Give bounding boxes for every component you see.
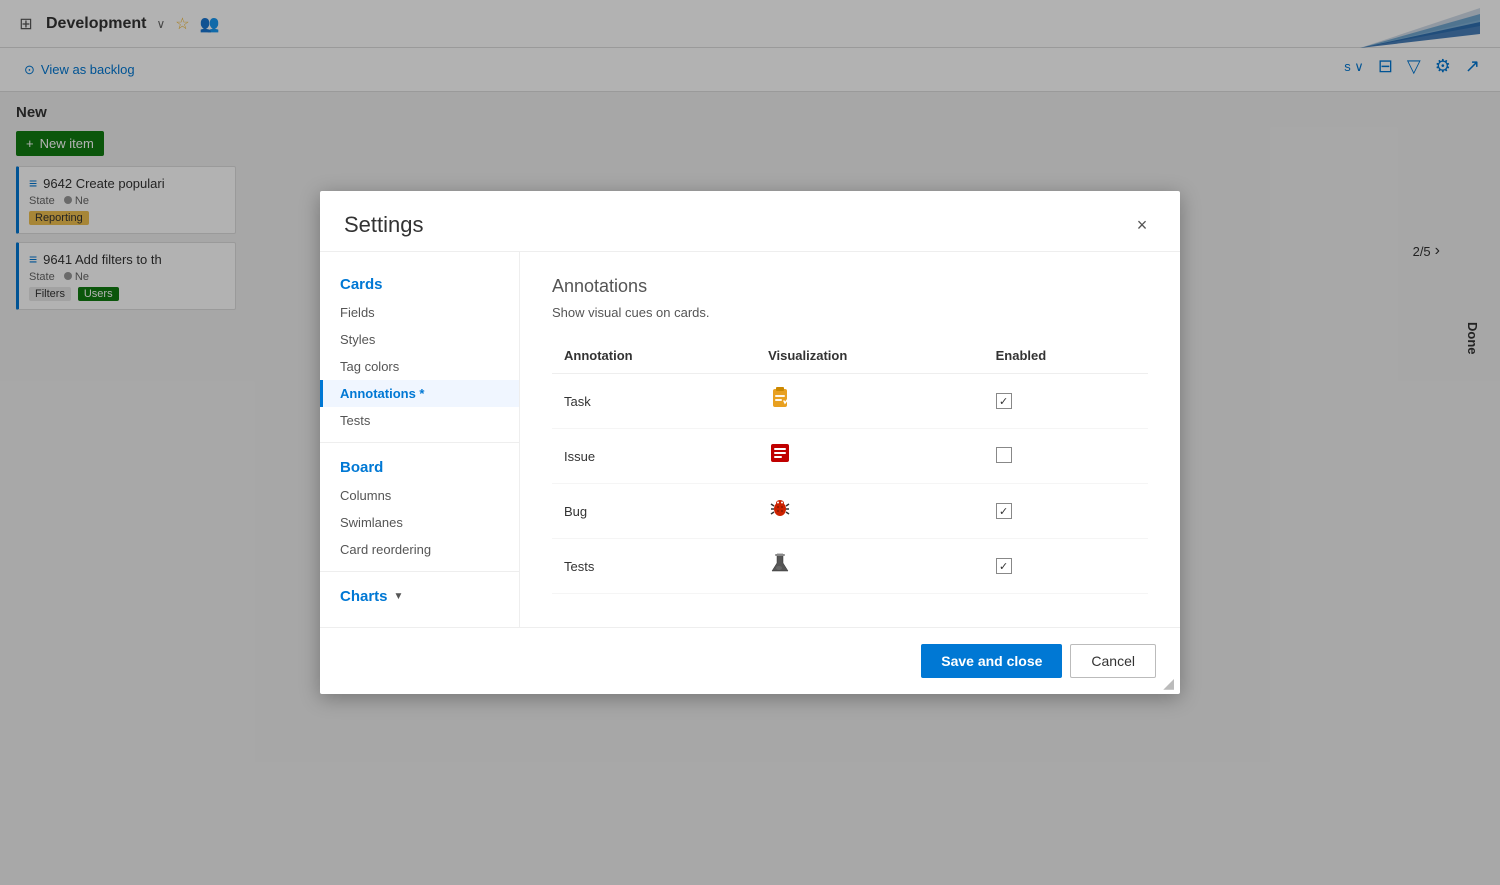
charts-label: Charts (340, 588, 388, 605)
tests-visualization (756, 539, 984, 594)
col-annotation: Annotation (552, 340, 756, 374)
annotations-table: Annotation Visualization Enabled Task (552, 340, 1148, 594)
sidebar-item-tag-colors[interactable]: Tag colors (320, 353, 519, 380)
modal-overlay: Settings × Cards Fields Styles Tag color… (0, 0, 1500, 885)
annotation-issue-label: Issue (552, 429, 756, 484)
nav-divider-2 (320, 571, 519, 572)
modal-body: Cards Fields Styles Tag colors Annotatio… (320, 252, 1180, 627)
sidebar-item-fields[interactable]: Fields (320, 299, 519, 326)
annotation-task-label: Task (552, 374, 756, 429)
sidebar-item-styles[interactable]: Styles (320, 326, 519, 353)
content-section-title: Annotations (552, 276, 1148, 297)
tests-checkbox[interactable] (996, 558, 1012, 574)
down-triangle-icon: ▼ (394, 591, 404, 602)
modal-sidebar: Cards Fields Styles Tag colors Annotatio… (320, 252, 520, 627)
col-enabled: Enabled (984, 340, 1148, 374)
task-visualization (756, 374, 984, 429)
issue-icon (768, 441, 792, 471)
sidebar-item-card-reordering[interactable]: Card reordering (320, 536, 519, 563)
save-and-close-button[interactable]: Save and close (921, 644, 1062, 678)
tests-icon (768, 551, 792, 581)
table-row: Tests (552, 539, 1148, 594)
issue-visualization (756, 429, 984, 484)
modal-content: Annotations Show visual cues on cards. A… (520, 252, 1180, 627)
sidebar-section-cards[interactable]: Cards (320, 268, 519, 299)
col-visualization: Visualization (756, 340, 984, 374)
task-enabled-cell[interactable] (984, 374, 1148, 429)
modal-footer: Save and close Cancel (320, 627, 1180, 694)
annotation-bug-label: Bug (552, 484, 756, 539)
sidebar-section-board[interactable]: Board (320, 451, 519, 482)
table-row: Bug (552, 484, 1148, 539)
modal-header: Settings × (320, 191, 1180, 252)
table-row: Issue (552, 429, 1148, 484)
cancel-button[interactable]: Cancel (1070, 644, 1156, 678)
sidebar-item-swimlanes[interactable]: Swimlanes (320, 509, 519, 536)
tests-enabled-cell[interactable] (984, 539, 1148, 594)
bug-checkbox[interactable] (996, 503, 1012, 519)
content-description: Show visual cues on cards. (552, 305, 1148, 320)
bug-visualization (756, 484, 984, 539)
nav-divider (320, 442, 519, 443)
bug-icon (768, 496, 792, 526)
issue-checkbox[interactable] (996, 447, 1012, 463)
sidebar-item-annotations[interactable]: Annotations * (320, 380, 519, 407)
sidebar-item-tests[interactable]: Tests (320, 407, 519, 434)
sidebar-section-charts[interactable]: Charts ▼ (320, 580, 519, 611)
bug-enabled-cell[interactable] (984, 484, 1148, 539)
resize-handle[interactable]: ◢ (1163, 676, 1174, 690)
sidebar-item-columns[interactable]: Columns (320, 482, 519, 509)
modal-close-button[interactable]: × (1128, 211, 1156, 239)
table-row: Task (552, 374, 1148, 429)
modal-title: Settings (344, 212, 424, 238)
task-icon (768, 386, 792, 416)
annotation-tests-label: Tests (552, 539, 756, 594)
task-checkbox[interactable] (996, 393, 1012, 409)
settings-modal: Settings × Cards Fields Styles Tag color… (320, 191, 1180, 694)
issue-enabled-cell[interactable] (984, 429, 1148, 484)
